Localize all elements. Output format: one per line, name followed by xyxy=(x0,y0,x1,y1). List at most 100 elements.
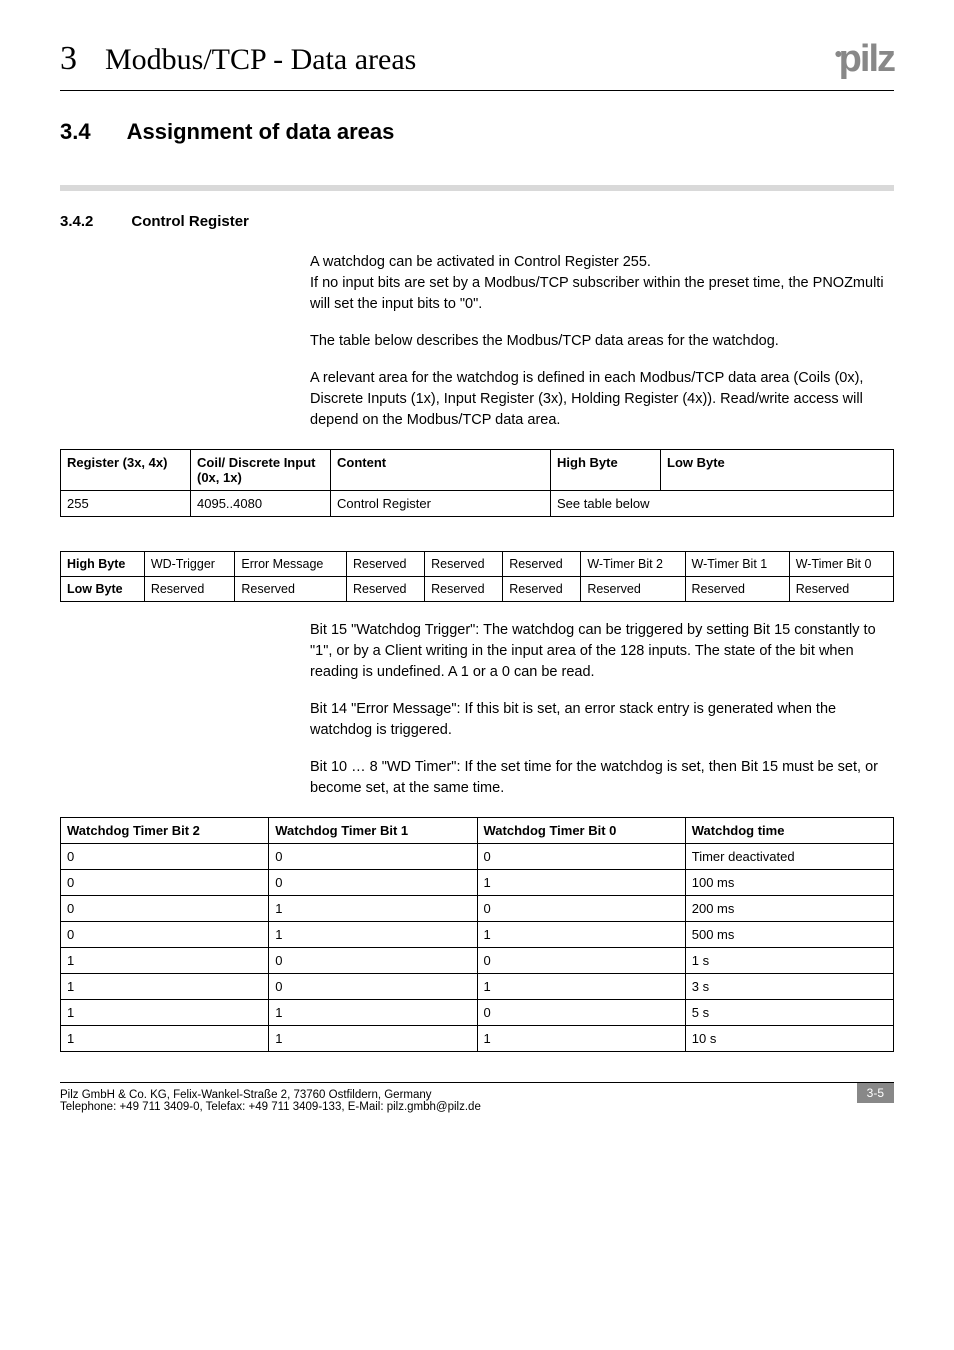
pilz-logo: ● pilz xyxy=(834,40,894,78)
table-cell: 1 xyxy=(61,1026,269,1052)
table-cell: 0 xyxy=(477,948,685,974)
table-cell: Reserved xyxy=(346,552,424,577)
table-cell: 1 xyxy=(269,896,477,922)
table-cell: Control Register xyxy=(331,491,551,517)
table-cell: 10 s xyxy=(685,1026,893,1052)
table-row: High Byte WD-Trigger Error Message Reser… xyxy=(61,552,894,577)
table-row: Watchdog Timer Bit 2 Watchdog Timer Bit … xyxy=(61,818,894,844)
footer-line: Telephone: +49 711 3409-0, Telefax: +49 … xyxy=(60,1101,481,1113)
table-header: Low Byte xyxy=(661,450,894,491)
table-row: 11110 s xyxy=(61,1026,894,1052)
table-cell: 0 xyxy=(269,870,477,896)
page-header: 3 Modbus/TCP - Data areas ● pilz xyxy=(60,40,894,91)
chapter-title: Modbus/TCP - Data areas xyxy=(105,43,416,77)
logo-text: pilz xyxy=(839,40,894,78)
page-number: 3-5 xyxy=(857,1083,894,1103)
table-cell: 100 ms xyxy=(685,870,893,896)
table-cell: Low Byte xyxy=(61,577,145,602)
table-row: 000Timer deactivated xyxy=(61,844,894,870)
table-header: Coil/ Discrete Input (0x, 1x) xyxy=(191,450,331,491)
paragraph-text: Bit 14 "Error Message": If this bit is s… xyxy=(310,699,894,741)
table-cell: 0 xyxy=(477,896,685,922)
table-cell: 500 ms xyxy=(685,922,893,948)
table-cell: 1 xyxy=(269,1000,477,1026)
byte-bits-table: High Byte WD-Trigger Error Message Reser… xyxy=(60,551,894,602)
table-header: Watchdog Timer Bit 1 xyxy=(269,818,477,844)
table-cell: 0 xyxy=(477,1000,685,1026)
table-cell: 4095..4080 xyxy=(191,491,331,517)
table-cell: Reserved xyxy=(235,577,347,602)
table-row: 255 4095..4080 Control Register See tabl… xyxy=(61,491,894,517)
subsection-title: Control Register xyxy=(131,213,249,230)
subsection-number: 3.4.2 xyxy=(60,213,93,230)
table-cell: 0 xyxy=(61,922,269,948)
table-cell: 1 xyxy=(61,974,269,1000)
table-cell: Reserved xyxy=(789,577,893,602)
table-cell: Timer deactivated xyxy=(685,844,893,870)
table-cell: W-Timer Bit 1 xyxy=(685,552,789,577)
content-column: A watchdog can be activated in Control R… xyxy=(310,252,894,431)
paragraph-text: The table below describes the Modbus/TCP… xyxy=(310,331,894,352)
table-cell: 1 xyxy=(477,922,685,948)
page-footer: Pilz GmbH & Co. KG, Felix-Wankel-Straße … xyxy=(60,1082,894,1113)
table-cell: 5 s xyxy=(685,1000,893,1026)
table-cell: Reserved xyxy=(581,577,685,602)
table-row: 011500 ms xyxy=(61,922,894,948)
table-cell: W-Timer Bit 0 xyxy=(789,552,893,577)
table-cell: Reserved xyxy=(425,552,503,577)
table-cell: 1 xyxy=(269,1026,477,1052)
paragraph-text: A watchdog can be activated in Control R… xyxy=(310,254,651,270)
table-cell: 0 xyxy=(477,844,685,870)
register-table: Register (3x, 4x) Coil/ Discrete Input (… xyxy=(60,449,894,517)
table-cell: 0 xyxy=(269,844,477,870)
table-cell: Reserved xyxy=(144,577,235,602)
table-cell: 0 xyxy=(61,896,269,922)
table-cell: 200 ms xyxy=(685,896,893,922)
table-header: High Byte xyxy=(551,450,661,491)
table-cell: 1 xyxy=(477,1026,685,1052)
table-cell: 1 xyxy=(477,870,685,896)
table-cell: WD-Trigger xyxy=(144,552,235,577)
paragraph-text: Bit 10 … 8 "WD Timer": If the set time f… xyxy=(310,757,894,799)
table-cell: 0 xyxy=(269,948,477,974)
content-column: Bit 15 "Watchdog Trigger": The watchdog … xyxy=(310,620,894,799)
paragraph-text: A relevant area for the watchdog is defi… xyxy=(310,368,894,431)
table-header: Register (3x, 4x) xyxy=(61,450,191,491)
table-row: Low Byte Reserved Reserved Reserved Rese… xyxy=(61,577,894,602)
paragraph-text: If no input bits are set by a Modbus/TCP… xyxy=(310,275,884,312)
table-row: 1105 s xyxy=(61,1000,894,1026)
table-cell: 1 xyxy=(61,948,269,974)
table-header: Watchdog time xyxy=(685,818,893,844)
section-heading: 3.4 Assignment of data areas xyxy=(60,119,894,145)
table-row: 001100 ms xyxy=(61,870,894,896)
table-row: 1001 s xyxy=(61,948,894,974)
table-cell: 0 xyxy=(61,870,269,896)
table-cell: 1 xyxy=(269,922,477,948)
table-header: Content xyxy=(331,450,551,491)
section-number: 3.4 xyxy=(60,119,91,145)
table-header: Watchdog Timer Bit 2 xyxy=(61,818,269,844)
table-cell: Reserved xyxy=(503,577,581,602)
table-row: Register (3x, 4x) Coil/ Discrete Input (… xyxy=(61,450,894,491)
table-cell: High Byte xyxy=(61,552,145,577)
table-header: Watchdog Timer Bit 0 xyxy=(477,818,685,844)
table-cell: 1 xyxy=(61,1000,269,1026)
table-cell: 0 xyxy=(269,974,477,1000)
table-cell: 0 xyxy=(61,844,269,870)
subsection-heading: 3.4.2 Control Register xyxy=(60,213,894,230)
table-cell: Error Message xyxy=(235,552,347,577)
table-row: 1013 s xyxy=(61,974,894,1000)
table-cell: Reserved xyxy=(503,552,581,577)
table-cell: See table below xyxy=(551,491,894,517)
section-title: Assignment of data areas xyxy=(127,119,395,145)
paragraph-text: Bit 15 "Watchdog Trigger": The watchdog … xyxy=(310,620,894,683)
table-cell: 3 s xyxy=(685,974,893,1000)
section-divider xyxy=(60,185,894,191)
table-cell: 1 xyxy=(477,974,685,1000)
table-cell: Reserved xyxy=(685,577,789,602)
table-cell: W-Timer Bit 2 xyxy=(581,552,685,577)
table-cell: 1 s xyxy=(685,948,893,974)
chapter-line: 3 Modbus/TCP - Data areas xyxy=(60,40,416,78)
table-row: 010200 ms xyxy=(61,896,894,922)
table-cell: Reserved xyxy=(425,577,503,602)
